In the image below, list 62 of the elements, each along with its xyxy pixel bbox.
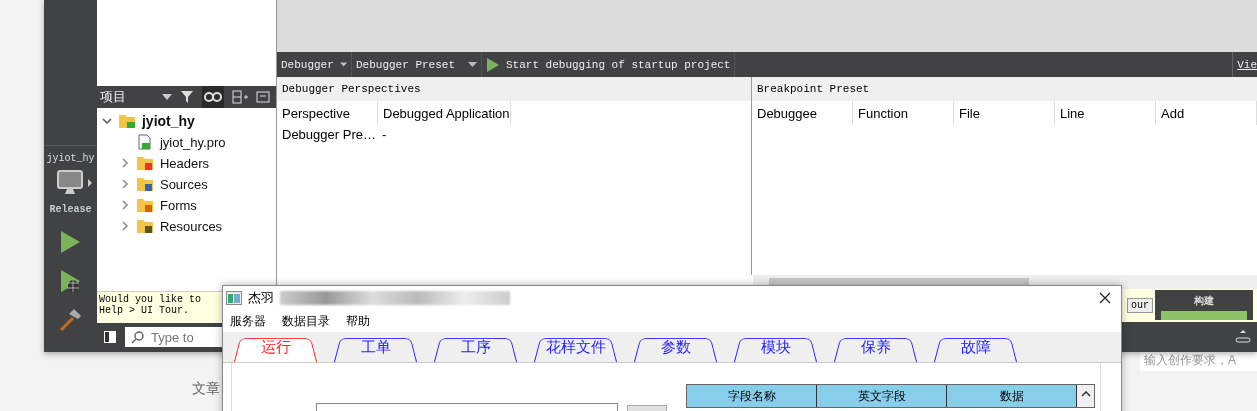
table-cell-text: - <box>381 125 387 143</box>
tree-item[interactable]: Resources <box>96 215 276 237</box>
tab[interactable]: 模块 <box>726 333 825 362</box>
menu-item[interactable]: 帮助 <box>346 312 370 330</box>
column-header[interactable]: Function <box>853 101 954 125</box>
file-icon <box>135 134 154 151</box>
chevron-icon[interactable] <box>119 200 130 211</box>
chevron-icon[interactable] <box>101 116 112 127</box>
window-title: 杰羽 <box>248 289 274 307</box>
tab[interactable]: 参数 <box>626 333 725 362</box>
folder-icon <box>135 218 154 235</box>
panel-toggle-icon[interactable] <box>1235 330 1251 344</box>
tree-item[interactable]: Headers <box>96 152 276 174</box>
tab[interactable]: 工序 <box>426 333 525 362</box>
page-text: 文章 <box>192 380 220 398</box>
pane-title: Debugger Perspectives <box>277 77 751 101</box>
column-header[interactable]: Add <box>1156 101 1257 125</box>
column-header: 数据 <box>947 385 1077 407</box>
column-header[interactable]: Perspective <box>277 101 378 125</box>
panel-title: 项目 <box>99 87 127 106</box>
folder-icon <box>135 197 154 214</box>
column-header[interactable]: Line <box>1055 101 1156 125</box>
folder-icon <box>135 176 154 193</box>
column-header: 字段名称 <box>687 385 817 407</box>
hammer-icon[interactable] <box>58 308 83 332</box>
chevron-icon[interactable] <box>119 158 130 169</box>
menu-item[interactable]: 数据目录 <box>282 312 330 330</box>
tree-item[interactable]: Forms <box>96 194 276 216</box>
column-header[interactable]: Debugged Application <box>378 101 511 125</box>
dropdown-icon[interactable] <box>162 93 172 100</box>
column-header: 英文字段 <box>817 385 947 407</box>
tree-item[interactable]: jyiot_hy.pro <box>96 131 276 153</box>
caret-icon <box>339 62 347 67</box>
close-icon[interactable] <box>1099 292 1111 304</box>
build-label: 构建 <box>1194 294 1214 308</box>
pane-title: Breakpoint Preset <box>752 77 1257 101</box>
folder-icon <box>135 155 154 172</box>
link-icon[interactable] <box>202 85 224 108</box>
tour-button[interactable]: our <box>1127 298 1153 313</box>
tab[interactable]: 工单 <box>326 333 425 362</box>
app-icon <box>226 291 242 305</box>
split-icon[interactable] <box>232 89 248 104</box>
scroll-up-button[interactable] <box>1077 385 1094 407</box>
project-name: jyiot_hy <box>46 153 95 164</box>
build-config: Release <box>49 204 92 215</box>
column-header[interactable]: Debuggee <box>752 101 853 125</box>
column-header[interactable]: File <box>954 101 1055 125</box>
close-panel-icon[interactable] <box>256 90 270 103</box>
sidebar-toggle-icon[interactable] <box>102 330 117 345</box>
tree-item[interactable]: jyiot_hy <box>96 110 276 132</box>
tab[interactable]: 保养 <box>826 333 925 362</box>
play-icon <box>486 57 500 72</box>
caret-icon <box>468 62 477 67</box>
filter-icon[interactable] <box>180 89 194 104</box>
chevron-icon[interactable] <box>119 179 130 190</box>
tree-item[interactable]: Sources <box>96 173 276 195</box>
folder-icon <box>117 113 136 130</box>
search-icon <box>130 330 145 345</box>
table-cell-text: Debugger Pre… <box>281 125 377 143</box>
tab[interactable]: 花样文件 <box>526 333 625 362</box>
chevron-icon[interactable] <box>119 221 130 232</box>
tab[interactable]: 故障 <box>926 333 1025 362</box>
